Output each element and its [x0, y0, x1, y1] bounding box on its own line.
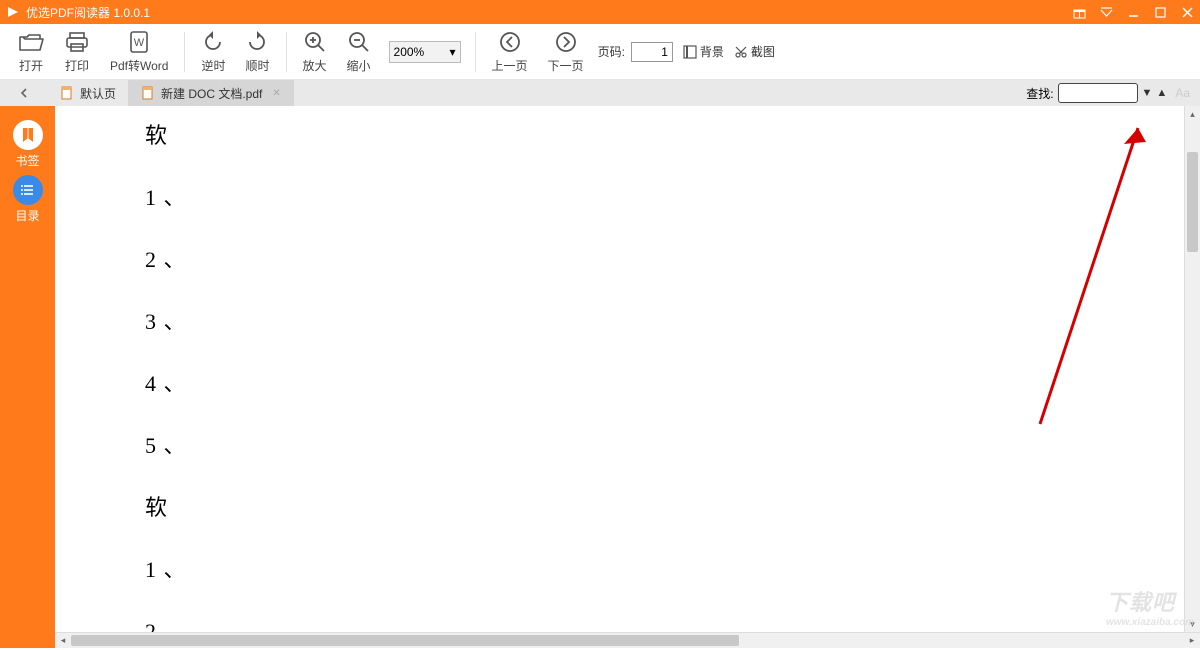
scroll-up-icon[interactable]: ▴ — [1185, 106, 1200, 122]
open-label: 打开 — [19, 57, 43, 74]
rotate-cw-label: 顺时 — [245, 57, 269, 74]
tab-back-button[interactable] — [0, 80, 48, 106]
open-button[interactable]: 打开 — [8, 26, 54, 78]
printer-icon — [64, 29, 90, 55]
sidebar: 书签 目录 — [0, 106, 55, 648]
search-prev-icon[interactable]: ▲ — [1156, 87, 1167, 99]
dropdown-icon: ▾ — [450, 45, 456, 59]
document-text-line: 2 、 — [145, 242, 1200, 274]
scroll-h-track[interactable] — [71, 633, 1184, 648]
tab-default[interactable]: 默认页 — [48, 80, 129, 106]
scroll-v-thumb[interactable] — [1187, 152, 1198, 252]
window-minimize-icon[interactable] — [1127, 6, 1140, 19]
sidebar-item-bookmarks[interactable]: 书签 — [13, 120, 43, 169]
rotate-ccw-label: 逆时 — [201, 57, 225, 74]
zoom-out-icon — [347, 29, 371, 55]
pdf-file-icon — [141, 86, 155, 100]
sidebar-bookmarks-label: 书签 — [15, 152, 39, 169]
pdf-to-word-button[interactable]: W Pdf转Word — [100, 26, 178, 78]
pdf-to-word-label: Pdf转Word — [110, 57, 168, 74]
zoom-in-button[interactable]: 放大 — [293, 26, 337, 78]
zoom-value: 200% — [394, 45, 425, 59]
main-toolbar: 打开 打印 W Pdf转Word 逆时 顺时 放大 缩小 200% ▾ 上一页 … — [0, 24, 1200, 80]
scroll-left-icon[interactable]: ◂ — [55, 635, 71, 646]
tab-document-label: 新建 DOC 文档.pdf — [161, 85, 262, 102]
window-gift-icon[interactable] — [1073, 6, 1086, 19]
word-icon: W — [126, 29, 152, 55]
tab-close-icon[interactable]: ✕ — [272, 88, 280, 99]
search-label: 查找: — [1026, 85, 1053, 102]
prev-page-label: 上一页 — [492, 57, 528, 74]
toolbar-separator — [286, 32, 287, 72]
title-bar: 优选PDF阅读器 1.0.0.1 — [0, 0, 1200, 24]
window-title: 优选PDF阅读器 1.0.0.1 — [26, 4, 1073, 21]
rotate-ccw-button[interactable]: 逆时 — [191, 26, 235, 78]
page-icon — [60, 86, 74, 100]
document-text-line: 1 、 — [145, 180, 1200, 212]
document-text-line: 软 — [145, 490, 1200, 522]
bookmark-icon — [13, 120, 43, 150]
sidebar-toc-label: 目录 — [15, 207, 39, 224]
document-text-line: 1 、 — [145, 552, 1200, 584]
background-button[interactable]: 背景 — [683, 43, 724, 60]
scroll-h-thumb[interactable] — [71, 635, 739, 646]
toolbar-separator — [184, 32, 185, 72]
svg-text:W: W — [134, 37, 145, 49]
window-close-icon[interactable] — [1181, 6, 1194, 19]
zoom-in-label: 放大 — [303, 57, 327, 74]
zoom-in-icon — [303, 29, 327, 55]
rotate-cw-button[interactable]: 顺时 — [235, 26, 279, 78]
background-icon — [683, 45, 697, 59]
screenshot-label: 截图 — [751, 43, 775, 60]
zoom-out-label: 缩小 — [347, 57, 371, 74]
sidebar-item-toc[interactable]: 目录 — [13, 175, 43, 224]
window-menu-icon[interactable] — [1100, 6, 1113, 19]
scroll-down-icon[interactable]: ▾ — [1185, 616, 1200, 632]
zoom-out-button[interactable]: 缩小 — [337, 26, 381, 78]
background-label: 背景 — [700, 43, 724, 60]
prev-page-button[interactable]: 上一页 — [482, 26, 538, 78]
page-number-input[interactable] — [631, 42, 673, 62]
rotate-cw-icon — [245, 29, 269, 55]
print-label: 打印 — [65, 57, 89, 74]
vertical-scrollbar[interactable]: ▴ ▾ — [1184, 106, 1200, 632]
document-text-line: 5 、 — [145, 428, 1200, 460]
rotate-ccw-icon — [201, 29, 225, 55]
scroll-right-icon[interactable]: ▸ — [1184, 635, 1200, 646]
screenshot-button[interactable]: 截图 — [734, 43, 775, 60]
arrow-right-circle-icon — [554, 29, 578, 55]
scissors-icon — [734, 45, 748, 59]
tab-bar: 默认页 新建 DOC 文档.pdf ✕ 查找: ▼ ▲ Aa — [0, 80, 1200, 106]
app-logo-icon — [6, 5, 20, 19]
match-case-icon[interactable]: Aa — [1175, 86, 1190, 100]
tab-default-label: 默认页 — [80, 85, 116, 102]
tab-document[interactable]: 新建 DOC 文档.pdf ✕ — [129, 80, 294, 106]
next-page-label: 下一页 — [548, 57, 584, 74]
page-number-label: 页码: — [598, 43, 625, 60]
document-text-line: 软 — [145, 118, 1200, 150]
folder-open-icon — [18, 29, 44, 55]
arrow-left-circle-icon — [498, 29, 522, 55]
zoom-select[interactable]: 200% ▾ — [389, 41, 461, 63]
horizontal-scrollbar[interactable]: ◂ ▸ — [55, 632, 1200, 648]
scroll-v-track[interactable] — [1185, 122, 1200, 616]
window-maximize-icon[interactable] — [1154, 6, 1167, 19]
next-page-button[interactable]: 下一页 — [538, 26, 594, 78]
search-input[interactable] — [1058, 83, 1138, 103]
document-text-line: 3 、 — [145, 304, 1200, 336]
page-canvas[interactable]: 软1 、2 、3 、4 、5 、软1 、2 、3 、 — [55, 106, 1200, 632]
document-text-line: 2 、 — [145, 614, 1200, 632]
document-viewer: 软1 、2 、3 、4 、5 、软1 、2 、3 、 ▴ ▾ ◂ ▸ 下载吧 w… — [55, 106, 1200, 648]
toolbar-separator — [475, 32, 476, 72]
list-icon — [13, 175, 43, 205]
search-next-icon[interactable]: ▼ — [1142, 87, 1153, 99]
print-button[interactable]: 打印 — [54, 26, 100, 78]
document-text-line: 4 、 — [145, 366, 1200, 398]
